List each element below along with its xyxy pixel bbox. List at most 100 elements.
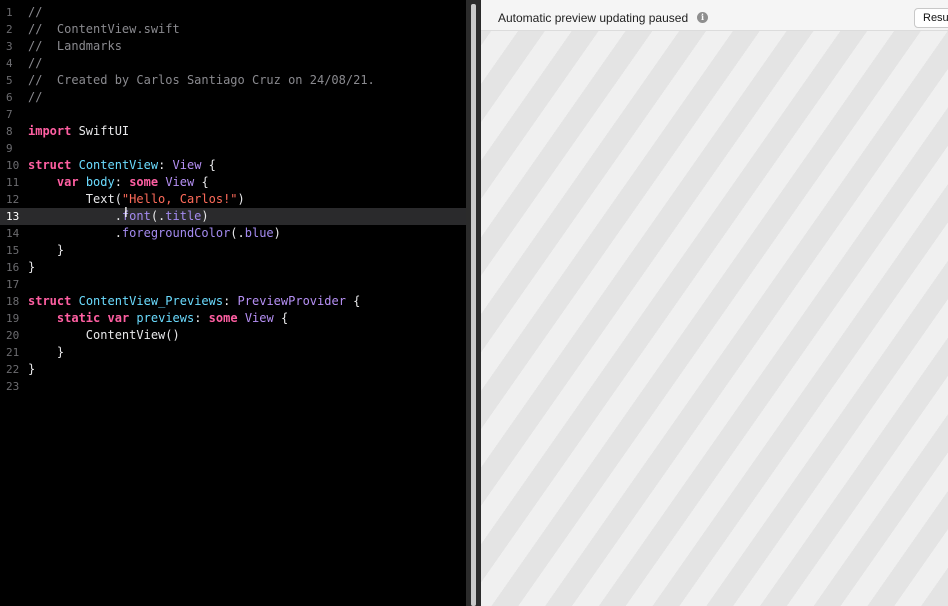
code-token: PreviewProvider <box>237 294 346 308</box>
line-number: 11 <box>6 176 20 189</box>
code-line[interactable]: 14 .foregroundColor(.blue) <box>0 225 466 242</box>
code-token: struct <box>28 158 72 172</box>
code-text: Text("Hello, Carlos!") <box>28 191 245 208</box>
code-line[interactable]: 15 } <box>0 242 466 259</box>
code-line[interactable]: 2 // ContentView.swift <box>0 21 466 38</box>
code-line[interactable]: 5 // Created by Carlos Santiago Cruz on 2… <box>0 72 466 89</box>
code-token: } <box>28 260 36 274</box>
code-token: var <box>56 175 79 189</box>
line-number: 23 <box>6 380 20 393</box>
line-number: 2 <box>6 23 13 36</box>
line-number: 15 <box>6 244 20 257</box>
code-token: View <box>172 158 202 172</box>
code-line[interactable]: 11 var body: some View { <box>0 174 466 191</box>
code-token: View <box>244 311 274 325</box>
code-text: // ContentView.swift <box>28 21 180 38</box>
preview-status-bar: Automatic preview updating paused i Resu… <box>481 0 948 31</box>
code-token: (. <box>230 226 245 240</box>
code-text: var body: some View { <box>28 174 209 191</box>
code-token: ContentView <box>78 158 159 172</box>
code-token: Text( <box>28 192 122 206</box>
code-text: } <box>28 344 64 361</box>
code-text: // <box>28 4 42 21</box>
code-line[interactable]: 6 // <box>0 89 466 106</box>
line-number: 19 <box>6 312 20 325</box>
code-text: // <box>28 55 42 72</box>
code-token: } <box>28 362 36 376</box>
info-icon[interactable]: i <box>697 12 708 23</box>
code-line[interactable]: 12 Text("Hello, Carlos!") <box>0 191 466 208</box>
code-token: View <box>165 175 195 189</box>
pane-divider[interactable] <box>466 0 481 606</box>
line-number: 9 <box>6 142 13 155</box>
divider-handle[interactable] <box>471 4 476 606</box>
code-token: : <box>158 158 173 172</box>
code-token: foregroundColor <box>121 226 231 240</box>
line-number: 20 <box>6 329 20 342</box>
code-token: ) <box>273 226 281 240</box>
code-text: ContentView() <box>28 327 180 344</box>
code-token: { <box>273 311 289 325</box>
line-number: 12 <box>6 193 20 206</box>
code-text: } <box>28 259 35 276</box>
code-line[interactable]: 22} <box>0 361 466 378</box>
code-line[interactable]: 3 // Landmarks <box>0 38 466 55</box>
resume-button[interactable]: Resume <box>914 8 948 28</box>
code-token: import <box>28 124 72 138</box>
code-line[interactable]: 16} <box>0 259 466 276</box>
code-line[interactable]: 4 // <box>0 55 466 72</box>
code-line[interactable]: 21 } <box>0 344 466 361</box>
preview-canvas: Automatic preview updating paused i Resu… <box>481 0 948 606</box>
code-text: } <box>28 242 64 259</box>
code-text: static var previews: some View { <box>28 310 288 327</box>
code-token: // Landmarks <box>28 39 122 53</box>
code-token: // <box>28 5 43 19</box>
code-token: } <box>28 345 65 359</box>
line-number: 10 <box>6 159 20 172</box>
code-token: ContentView_Previews <box>78 294 224 308</box>
code-text: struct ContentView: View { <box>28 157 216 174</box>
code-text: import SwiftUI <box>28 123 129 140</box>
code-line[interactable]: 23 <box>0 378 466 395</box>
code-token: { <box>194 175 209 189</box>
line-number: 22 <box>6 363 20 376</box>
preview-status-text: Automatic preview updating paused <box>498 11 689 25</box>
code-token: SwiftUI <box>71 124 130 138</box>
code-token: . <box>28 209 122 223</box>
code-text: // Created by Carlos Santiago Cruz on 24… <box>28 72 375 89</box>
line-number: 8 <box>6 125 13 138</box>
code-line[interactable]: 1 // <box>0 4 466 21</box>
code-line[interactable]: 8 import SwiftUI <box>0 123 466 140</box>
code-token: static <box>56 311 101 325</box>
code-token: title <box>165 209 202 223</box>
code-line[interactable]: 7 <box>0 106 466 123</box>
code-token: previews <box>136 311 195 325</box>
code-line[interactable]: 10 struct ContentView: View { <box>0 157 466 174</box>
code-line[interactable]: 13 .font(.title) <box>0 208 466 225</box>
code-token: ) <box>201 209 209 223</box>
code-line[interactable]: 17 <box>0 276 466 293</box>
code-token: // <box>28 90 43 104</box>
code-line[interactable]: 20 ContentView() <box>0 327 466 344</box>
code-line[interactable]: 9 <box>0 140 466 157</box>
code-token: : <box>194 311 209 325</box>
code-token: ) <box>237 192 245 206</box>
code-token: ContentView() <box>28 328 180 342</box>
line-number: 14 <box>6 227 20 240</box>
code-token: body <box>85 175 115 189</box>
code-line[interactable]: 19 static var previews: some View { <box>0 310 466 327</box>
code-editor[interactable]: 1 // 2 // ContentView.swift 3 // Landmarks 4 //… <box>0 0 466 606</box>
code-token: var <box>107 311 130 325</box>
code-text: // Landmarks <box>28 38 122 55</box>
i-beam-cursor-icon: I <box>124 206 128 221</box>
line-number: 4 <box>6 57 13 70</box>
code-line[interactable]: 18 struct ContentView_Previews: PreviewPr… <box>0 293 466 310</box>
code-token: // ContentView.swift <box>28 22 180 36</box>
code-token: // <box>28 56 43 70</box>
line-number: 18 <box>6 295 20 308</box>
line-number: 13 <box>6 210 20 223</box>
